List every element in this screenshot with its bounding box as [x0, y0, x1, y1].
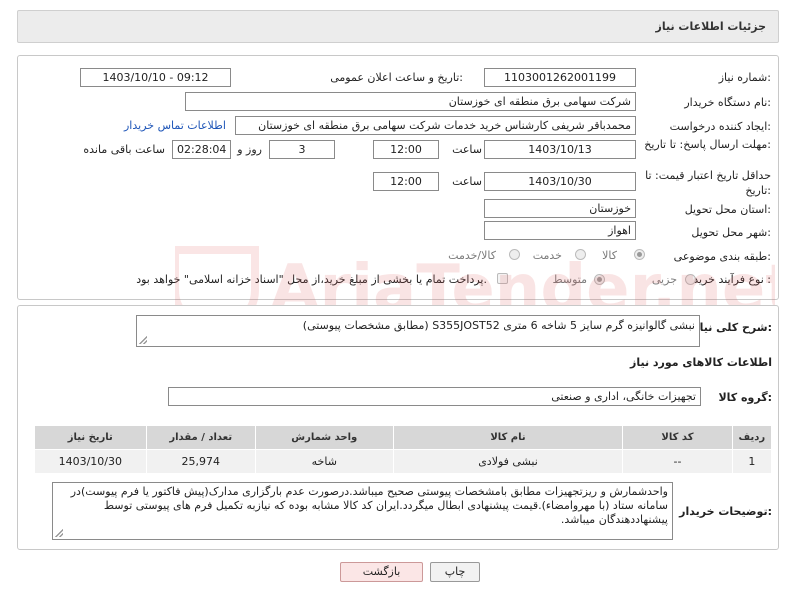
city-field[interactable]: اهواز [484, 221, 636, 240]
contact-buyer-link[interactable]: اطلاعات تماس خریدار [124, 119, 226, 132]
category-option-goods: کالا [602, 249, 617, 262]
general-desc-text: نبشی گالوانیزه گرم سایز 5 شاخه 6 متری S3… [302, 319, 695, 332]
remaining-time-field[interactable]: 02:28:04 [172, 140, 231, 159]
reply-date-field[interactable]: 1403/10/13 [484, 140, 636, 159]
need-number-field[interactable]: 1103001262001199 [484, 68, 636, 87]
cell-name: نبشی فولادی [392, 449, 624, 474]
general-desc-field[interactable]: نبشی گالوانیزه گرم سایز 5 شاخه 6 متری S3… [136, 315, 700, 347]
province-field[interactable]: خوزستان [484, 199, 636, 218]
items-info-title: اطلاعات کالاهای مورد نیاز [630, 356, 772, 369]
day-and-label: روز و [237, 143, 262, 156]
remaining-label: ساعت باقی مانده [83, 143, 165, 156]
cell-code: -- [622, 449, 733, 474]
announce-datetime-field[interactable]: 1403/10/10 - 09:12 [80, 68, 231, 87]
process-type-label: نوع فرآیند خرید : [693, 273, 771, 286]
cell-row: 1 [731, 449, 773, 474]
category-option-goods-service: کالا/خدمت [448, 249, 496, 262]
price-validity-label: حداقل تاریخ اعتبار قیمت: تا تاریخ: [645, 169, 771, 197]
resize-handle-icon[interactable] [139, 336, 147, 344]
cell-unit: شاخه [254, 449, 394, 474]
items-table-header: ردیف کد کالا نام کالا واحد شمارش تعداد /… [34, 425, 773, 450]
cell-date: 1403/10/30 [34, 449, 147, 474]
validity-date-field[interactable]: 1403/10/30 [484, 172, 636, 191]
process-option-minor: جزیی [651, 273, 677, 286]
category-label: طبقه بندی موضوعی: [673, 250, 771, 263]
requester-field[interactable]: محمدباقر شریفی کارشناس خرید خدمات شرکت س… [235, 116, 636, 135]
treasury-payment-note: پرداخت تمام یا بخشی از مبلغ خرید،از محل … [136, 273, 487, 286]
process-radio-medium[interactable] [594, 274, 605, 285]
buyer-org-field[interactable]: شرکت سهامی برق منطقه ای خوزستان [185, 92, 636, 111]
items-table: ردیف کد کالا نام کالا واحد شمارش تعداد /… [34, 425, 773, 474]
category-radio-service[interactable] [575, 249, 586, 260]
col-code-header: کد کالا [622, 425, 733, 450]
process-radio-minor[interactable] [685, 274, 696, 285]
reply-days-field[interactable]: 3 [269, 140, 335, 159]
category-radio-goods[interactable] [634, 249, 645, 260]
back-button[interactable]: بازگشت [340, 562, 423, 582]
table-row[interactable]: 1 -- نبشی فولادی شاخه 25,974 1403/10/30 [34, 449, 773, 474]
buyer-notes-label: توضیحات خریدار: [679, 505, 772, 518]
buyer-notes-field[interactable]: واحدشمارش و ریزتجهیزات مطابق بامشخصات پی… [52, 482, 673, 540]
print-button[interactable]: چاپ [430, 562, 480, 582]
buyer-org-label: نام دستگاه خریدار: [684, 96, 771, 109]
col-row-header: ردیف [731, 425, 773, 450]
col-qty-header: تعداد / مقدار [145, 425, 256, 450]
buyer-notes-text: واحدشمارش و ریزتجهیزات مطابق بامشخصات پی… [70, 485, 668, 526]
resize-handle-icon[interactable] [55, 529, 63, 537]
province-label: استان محل تحویل: [684, 203, 771, 216]
col-name-header: نام کالا [392, 425, 624, 450]
goods-group-field[interactable]: تجهیزات خانگی، اداری و صنعتی [168, 387, 701, 406]
reply-deadline-label: مهلت ارسال پاسخ: تا تاریخ: [644, 138, 771, 151]
cell-qty: 25,974 [145, 449, 256, 474]
validity-time-field[interactable]: 12:00 [373, 172, 439, 191]
process-option-medium: متوسط [552, 273, 587, 286]
validity-time-label: ساعت [452, 175, 482, 188]
reply-time-field[interactable]: 12:00 [373, 140, 439, 159]
col-date-header: تاریخ نیاز [34, 425, 147, 450]
goods-group-label: گروه کالا: [718, 391, 772, 404]
announce-datetime-label: تاریخ و ساعت اعلان عمومی: [330, 71, 463, 84]
category-option-service: خدمت [532, 249, 562, 262]
page-title: جزئیات اطلاعات نیاز [655, 20, 767, 33]
page-header: جزئیات اطلاعات نیاز [17, 10, 779, 43]
col-unit-header: واحد شمارش [254, 425, 394, 450]
reply-time-label: ساعت [452, 143, 482, 156]
need-number-label: شماره نیاز: [718, 71, 771, 84]
general-desc-label: شرح کلی نیاز: [693, 321, 772, 334]
treasury-payment-checkbox[interactable] [497, 273, 508, 284]
city-label: شهر محل تحویل: [691, 226, 771, 239]
category-radio-goods-service[interactable] [509, 249, 520, 260]
requester-label: ایجاد کننده درخواست: [669, 120, 771, 133]
